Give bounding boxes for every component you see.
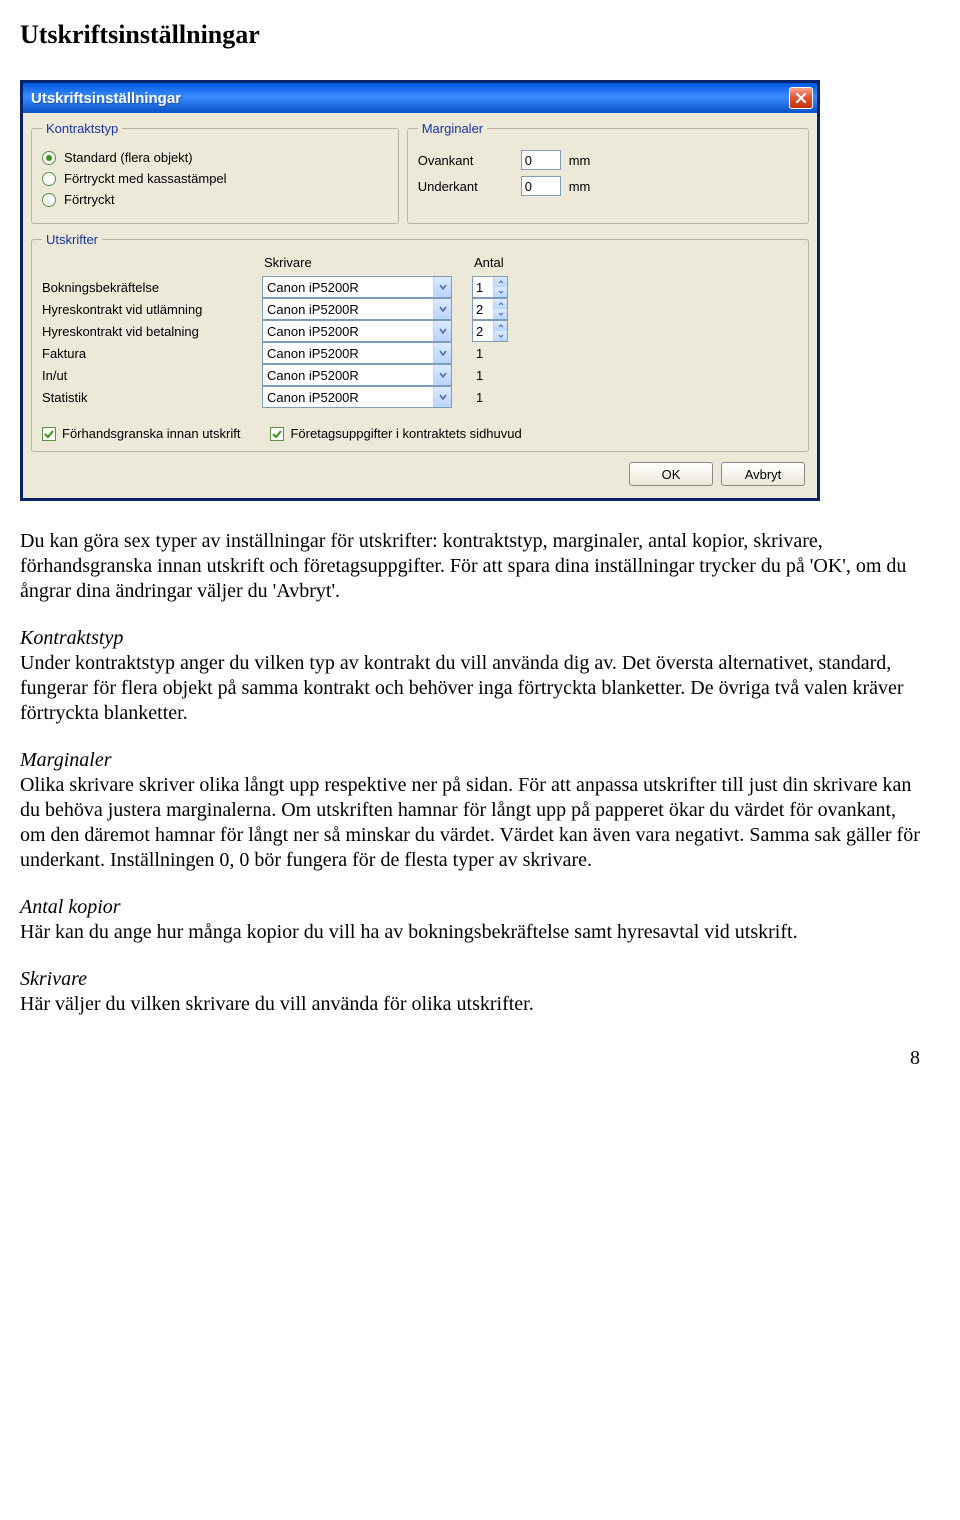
checkbox-label: Företagsuppgifter i kontraktets sidhuvud: [290, 426, 521, 441]
printer-combobox[interactable]: Canon iP5200R: [262, 342, 452, 364]
titlebar-text: Utskriftsinställningar: [31, 90, 789, 107]
checkmark-icon: [270, 427, 284, 441]
chevron-down-icon: [433, 365, 451, 385]
count-value: 1: [473, 277, 493, 297]
company-checkbox[interactable]: Företagsuppgifter i kontraktets sidhuvud: [270, 426, 521, 441]
radio-label: Förtryckt: [64, 192, 115, 207]
kontraktstyp-group: Kontraktstyp Standard (flera objekt) För…: [31, 121, 399, 224]
radio-item[interactable]: Förtryckt: [42, 192, 388, 207]
unit-label: mm: [569, 153, 591, 168]
print-row: In/utCanon iP5200R 1: [42, 364, 798, 386]
print-row: FakturaCanon iP5200R 1: [42, 342, 798, 364]
chevron-down-icon: [433, 277, 451, 297]
count-spinner[interactable]: 2: [472, 298, 508, 320]
ovankant-label: Ovankant: [418, 153, 513, 168]
chevron-down-icon: [433, 343, 451, 363]
print-row-label: Hyreskontrakt vid betalning: [42, 324, 262, 339]
printer-value: Canon iP5200R: [263, 324, 433, 339]
chevron-down-icon: [433, 299, 451, 319]
print-header: Skrivare Antal: [42, 255, 798, 270]
count-spinner[interactable]: 1: [472, 276, 508, 298]
utskrifter-group: Utskrifter Skrivare Antal Bokningsbekräf…: [31, 232, 809, 452]
print-row-label: In/ut: [42, 368, 262, 383]
underkant-label: Underkant: [418, 179, 513, 194]
radio-icon: [42, 151, 56, 165]
checkbox-label: Förhandsgranska innan utskrift: [62, 426, 240, 441]
count-value: 2: [473, 321, 493, 341]
radio-label: Förtryckt med kassastämpel: [64, 171, 227, 186]
ovankant-input[interactable]: [521, 150, 561, 170]
utskrifter-legend: Utskrifter: [42, 232, 102, 247]
count-spinner[interactable]: 2: [472, 320, 508, 342]
radio-item[interactable]: Standard (flera objekt): [42, 150, 388, 165]
chevron-up-icon: [493, 299, 507, 309]
count-value: 1: [472, 368, 483, 383]
radio-icon: [42, 193, 56, 207]
printer-value: Canon iP5200R: [263, 346, 433, 361]
chevron-down-icon: [493, 287, 507, 297]
radio-item[interactable]: Förtryckt med kassastämpel: [42, 171, 388, 186]
checkmark-icon: [42, 427, 56, 441]
print-row-label: Statistik: [42, 390, 262, 405]
underkant-input[interactable]: [521, 176, 561, 196]
page-number: 8: [20, 1047, 920, 1070]
printer-combobox[interactable]: Canon iP5200R: [262, 364, 452, 386]
avbryt-button[interactable]: Avbryt: [721, 462, 805, 486]
print-row-label: Bokningsbekräftelse: [42, 280, 262, 295]
close-icon: [795, 92, 807, 104]
unit-label: mm: [569, 179, 591, 194]
printer-combobox[interactable]: Canon iP5200R: [262, 276, 452, 298]
antal-header: Antal: [472, 255, 522, 270]
antal-paragraph: Antal kopiorHär kan du ange hur många ko…: [20, 895, 920, 945]
printer-value: Canon iP5200R: [263, 390, 433, 405]
printer-combobox[interactable]: Canon iP5200R: [262, 298, 452, 320]
printer-combobox[interactable]: Canon iP5200R: [262, 386, 452, 408]
skrivare-paragraph: SkrivareHär väljer du vilken skrivare du…: [20, 967, 920, 1017]
printer-value: Canon iP5200R: [263, 302, 433, 317]
chevron-down-icon: [433, 321, 451, 341]
marginaler-legend: Marginaler: [418, 121, 487, 136]
printer-value: Canon iP5200R: [263, 280, 433, 295]
chevron-down-icon: [493, 331, 507, 341]
dialog-window: Utskriftsinställningar Kontraktstyp Stan…: [20, 80, 820, 501]
chevron-down-icon: [433, 387, 451, 407]
print-row: BokningsbekräftelseCanon iP5200R 1: [42, 276, 798, 298]
print-row: StatistikCanon iP5200R 1: [42, 386, 798, 408]
skrivare-header: Skrivare: [262, 255, 462, 270]
marginaler-group: Marginaler Ovankant mm Underkant mm: [407, 121, 809, 224]
kontraktstyp-legend: Kontraktstyp: [42, 121, 122, 136]
print-row: Hyreskontrakt vid betalningCanon iP5200R…: [42, 320, 798, 342]
chevron-up-icon: [493, 321, 507, 331]
body-text: Du kan göra sex typer av inställningar f…: [20, 529, 920, 1017]
printer-value: Canon iP5200R: [263, 368, 433, 383]
printer-combobox[interactable]: Canon iP5200R: [262, 320, 452, 342]
close-button[interactable]: [789, 87, 813, 109]
count-value: 1: [472, 390, 483, 405]
print-row-label: Faktura: [42, 346, 262, 361]
chevron-down-icon: [493, 309, 507, 319]
intro-paragraph: Du kan göra sex typer av inställningar f…: [20, 529, 920, 604]
marginaler-paragraph: MarginalerOlika skrivare skriver olika l…: [20, 748, 920, 873]
count-value: 2: [473, 299, 493, 319]
page-title: Utskriftsinställningar: [20, 20, 920, 50]
preview-checkbox[interactable]: Förhandsgranska innan utskrift: [42, 426, 240, 441]
print-row: Hyreskontrakt vid utlämningCanon iP5200R…: [42, 298, 798, 320]
radio-label: Standard (flera objekt): [64, 150, 193, 165]
print-row-label: Hyreskontrakt vid utlämning: [42, 302, 262, 317]
ok-button[interactable]: OK: [629, 462, 713, 486]
radio-icon: [42, 172, 56, 186]
count-value: 1: [472, 346, 483, 361]
chevron-up-icon: [493, 277, 507, 287]
kontraktstyp-paragraph: KontraktstypUnder kontraktstyp anger du …: [20, 626, 920, 726]
titlebar: Utskriftsinställningar: [23, 83, 817, 113]
